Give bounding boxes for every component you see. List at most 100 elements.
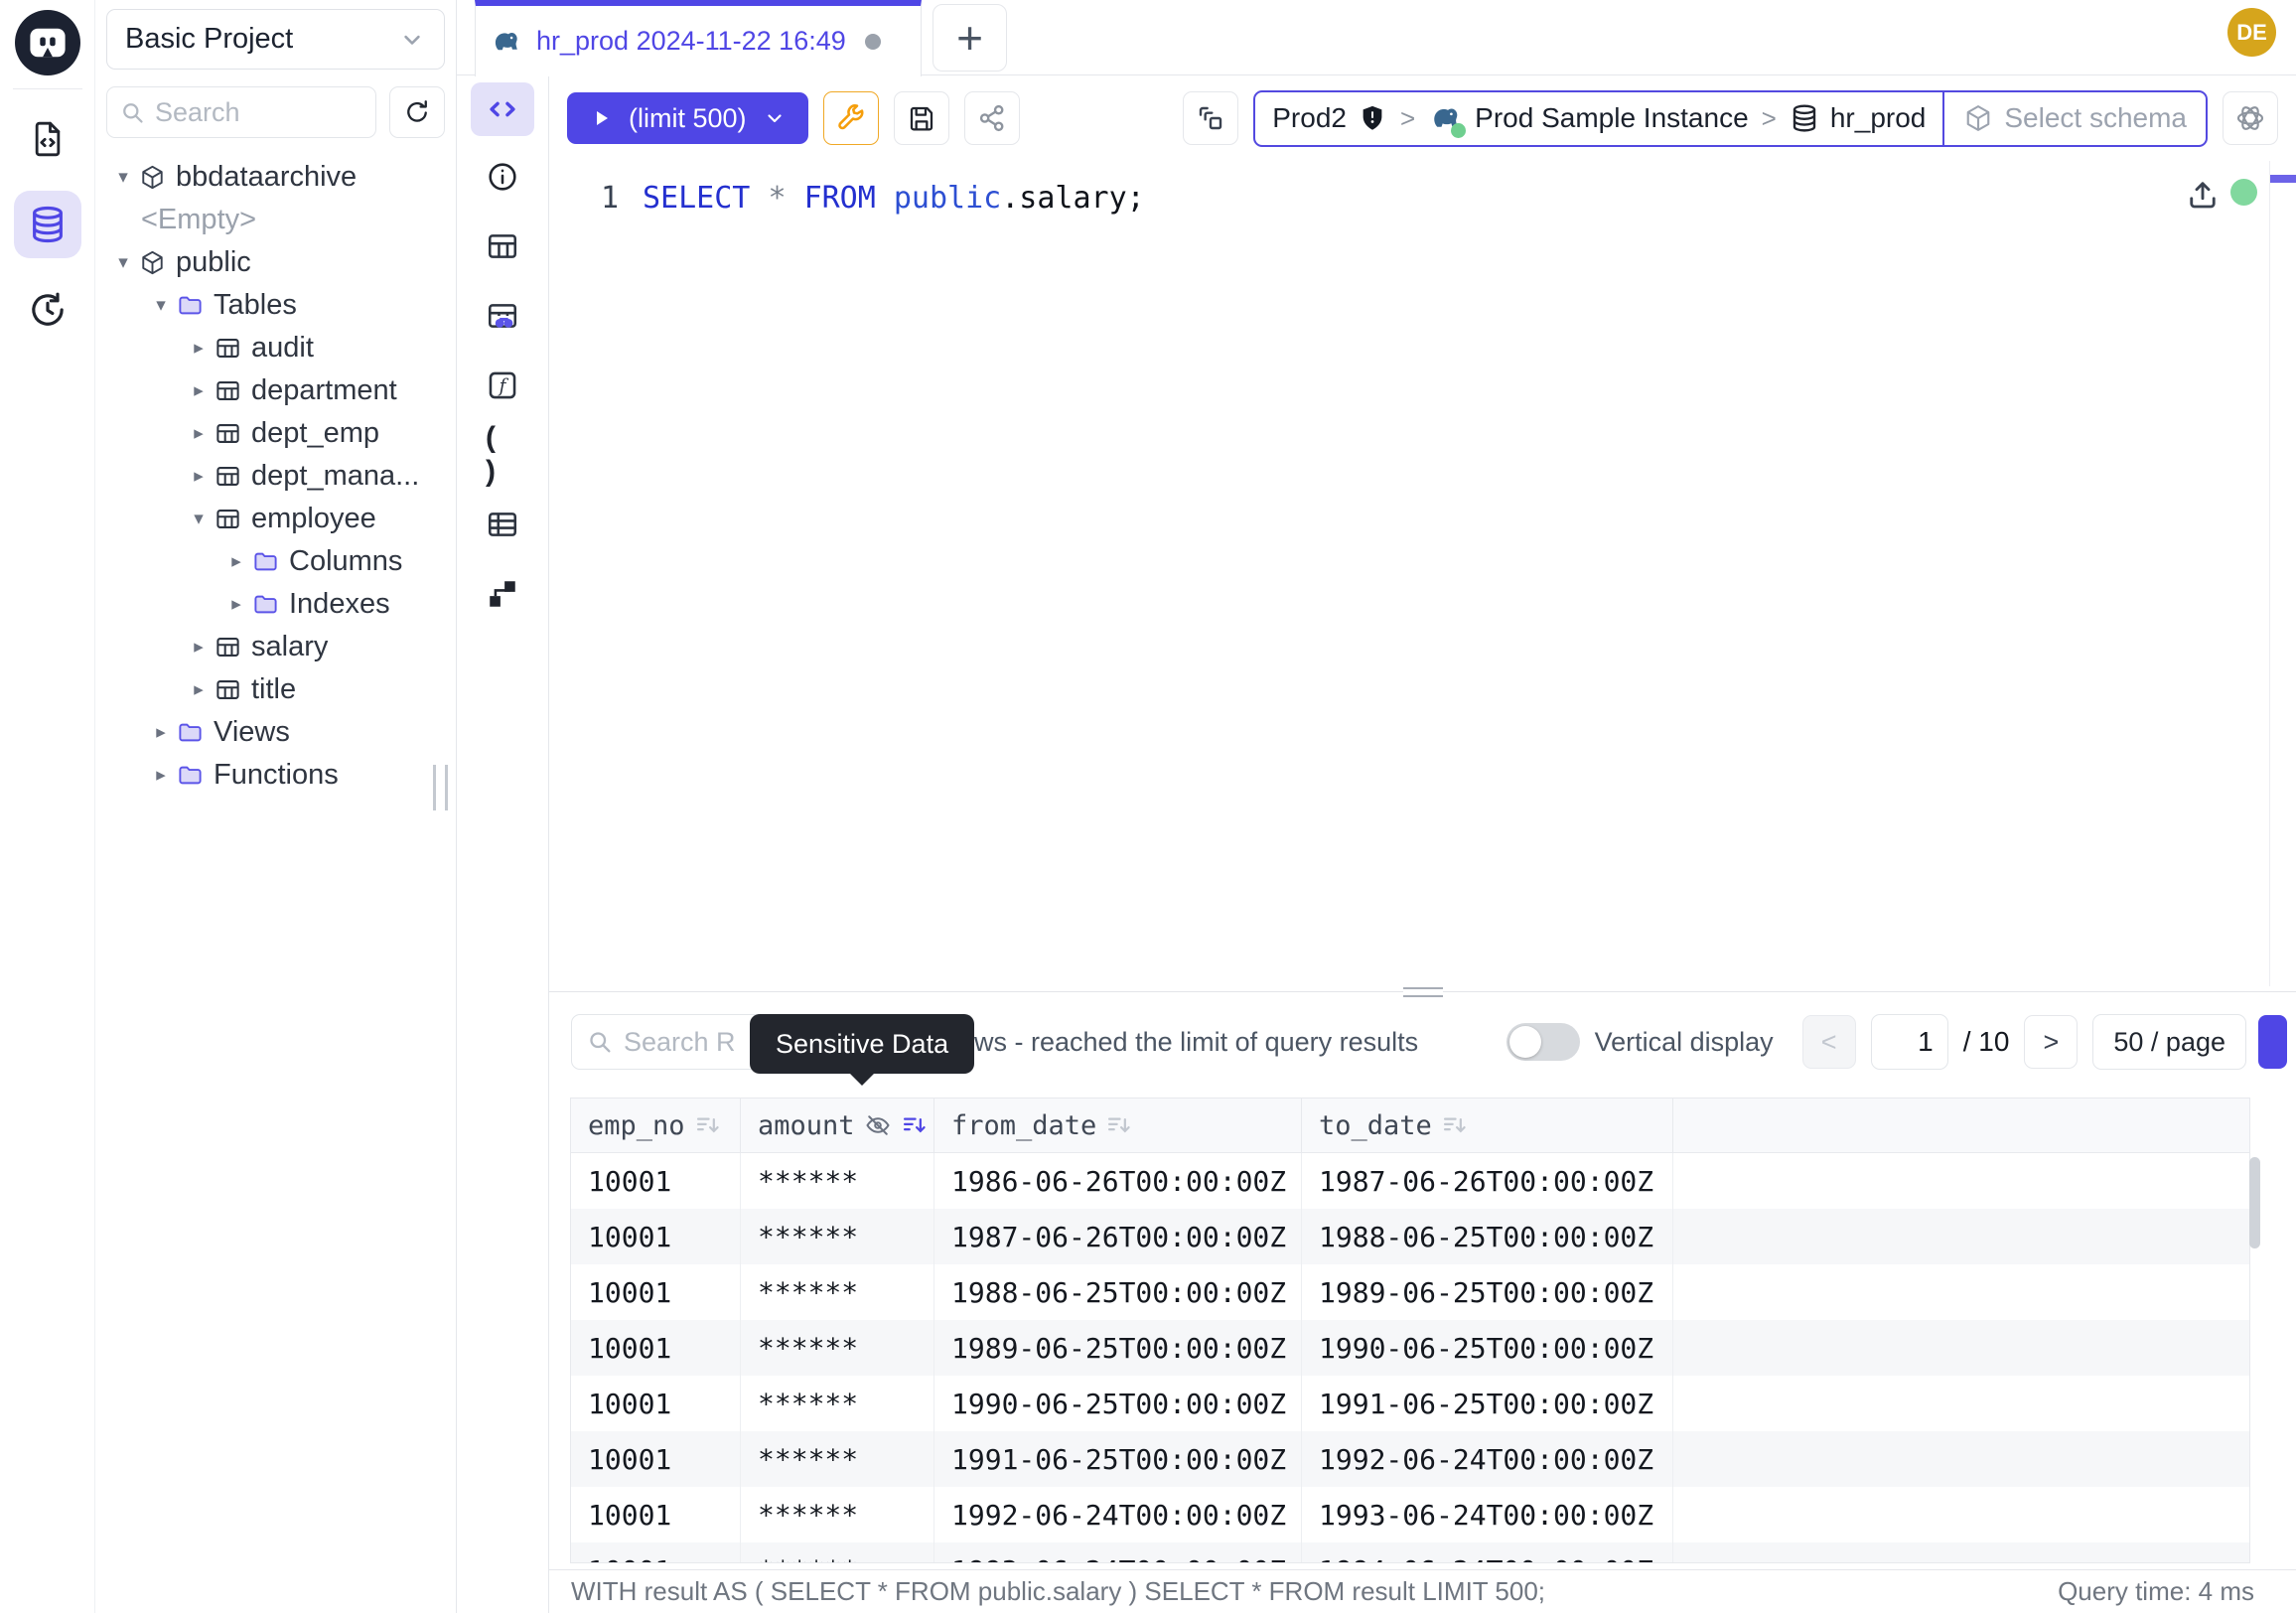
table-row[interactable]: 10001******1988-06-25T00:00:00Z1989-06-2…: [571, 1264, 2249, 1320]
table-cell[interactable]: 1993-06-24T00:00:00Z: [934, 1542, 1302, 1562]
tab-hr-prod[interactable]: hr_prod 2024-11-22 16:49: [475, 0, 922, 76]
avatar[interactable]: DE: [2227, 8, 2276, 57]
tree-item[interactable]: ▸ audit: [95, 327, 456, 369]
rail-database-button[interactable]: [14, 191, 81, 258]
splitter-handle-icon[interactable]: [1403, 987, 1443, 997]
tree-expand-arrow[interactable]: ▸: [185, 379, 213, 402]
table-cell[interactable]: 1991-06-25T00:00:00Z: [1302, 1376, 1673, 1431]
column-header-emp_no[interactable]: emp_no: [571, 1099, 741, 1152]
tree-expand-arrow[interactable]: ▸: [185, 465, 213, 488]
table-cell[interactable]: ******: [741, 1209, 934, 1264]
tree-item[interactable]: ▸ Views: [95, 711, 456, 754]
code-panel-button[interactable]: [471, 82, 534, 136]
connection-path[interactable]: Prod2 > Prod Sample Instance > hr_prod: [1255, 92, 1942, 145]
project-select[interactable]: Basic Project: [106, 9, 445, 70]
info-panel-button[interactable]: [486, 160, 519, 194]
tree-expand-arrow[interactable]: ▸: [147, 721, 175, 744]
sql-editor[interactable]: 1 SELECT * FROM public.salary;: [549, 161, 2296, 986]
table-cell[interactable]: 10001: [571, 1153, 741, 1209]
results-body[interactable]: 10001******1986-06-26T00:00:00Z1987-06-2…: [571, 1153, 2249, 1562]
page-number-input[interactable]: 1: [1871, 1014, 1948, 1070]
table-cell[interactable]: 10001: [571, 1320, 741, 1376]
table-row[interactable]: 10001******1991-06-25T00:00:00Z1992-06-2…: [571, 1431, 2249, 1487]
tree-item[interactable]: ▸ dept_emp: [95, 412, 456, 455]
eye-off-icon[interactable]: [864, 1111, 892, 1139]
table-row[interactable]: 10001******1986-06-26T00:00:00Z1987-06-2…: [571, 1153, 2249, 1209]
tree-item[interactable]: ▸ Functions: [95, 754, 456, 797]
table-cell[interactable]: 10001: [571, 1376, 741, 1431]
next-page-button[interactable]: >: [2024, 1015, 2078, 1069]
table-cell[interactable]: 1989-06-25T00:00:00Z: [934, 1320, 1302, 1376]
sidebar-resize-handle[interactable]: [433, 765, 448, 810]
sidebar-search-input[interactable]: [155, 97, 363, 128]
table-cell[interactable]: 1990-06-25T00:00:00Z: [934, 1376, 1302, 1431]
tree-item[interactable]: ▸ salary: [95, 626, 456, 668]
table-cell[interactable]: 10001: [571, 1264, 741, 1320]
table-cell[interactable]: 1988-06-25T00:00:00Z: [1302, 1209, 1673, 1264]
schema-select[interactable]: Select schema: [1942, 92, 2206, 145]
sql-code-line[interactable]: SELECT * FROM public.salary;: [619, 181, 1145, 986]
table-cell[interactable]: ******: [741, 1376, 934, 1431]
table-cell[interactable]: 1987-06-26T00:00:00Z: [934, 1209, 1302, 1264]
column-header-from_date[interactable]: from_date: [934, 1099, 1302, 1152]
functions-panel-button[interactable]: [486, 368, 519, 402]
table-cell[interactable]: 1989-06-25T00:00:00Z: [1302, 1264, 1673, 1320]
ai-assistant-button[interactable]: [2223, 91, 2278, 145]
table-cell[interactable]: ******: [741, 1320, 934, 1376]
format-sql-button[interactable]: [823, 91, 879, 145]
tree-item[interactable]: ▸ Indexes: [95, 583, 456, 626]
rail-worksheet-button[interactable]: [14, 105, 81, 173]
page-size-select[interactable]: 50 / page: [2092, 1014, 2246, 1070]
tree-expand-arrow[interactable]: ▸: [185, 636, 213, 659]
table-cell[interactable]: 10001: [571, 1487, 741, 1542]
table-row[interactable]: 10001******1992-06-24T00:00:00Z1993-06-2…: [571, 1487, 2249, 1542]
table-row[interactable]: 10001******1993-06-24T00:00:00Z1994-06-2…: [571, 1542, 2249, 1562]
sort-icon[interactable]: [694, 1111, 722, 1139]
table-cell[interactable]: ******: [741, 1264, 934, 1320]
table-cell[interactable]: 10001: [571, 1431, 741, 1487]
tree-expand-arrow[interactable]: ▾: [109, 251, 137, 274]
table-cell[interactable]: ******: [741, 1431, 934, 1487]
run-query-button[interactable]: (limit 500): [567, 92, 808, 144]
vertical-display-toggle[interactable]: [1507, 1023, 1580, 1061]
tree-expand-arrow[interactable]: ▾: [109, 166, 137, 189]
sensitive-tables-panel-button[interactable]: [486, 299, 519, 333]
table-cell[interactable]: 1994-06-24T00:00:00Z: [1302, 1542, 1673, 1562]
bytebase-logo[interactable]: [15, 10, 80, 75]
new-tab-button[interactable]: +: [933, 4, 1007, 72]
tree-expand-arrow[interactable]: ▸: [185, 337, 213, 360]
tree-item[interactable]: ▾ bbdataarchive: [95, 156, 456, 199]
table-cell[interactable]: 1991-06-25T00:00:00Z: [934, 1431, 1302, 1487]
save-sheet-button[interactable]: [894, 91, 949, 145]
sort-icon[interactable]: [1441, 1111, 1469, 1139]
parameters-panel-button[interactable]: ( ): [486, 438, 519, 472]
table-cell[interactable]: ******: [741, 1542, 934, 1562]
table-cell[interactable]: ******: [741, 1487, 934, 1542]
results-scrollbar[interactable]: [2249, 1157, 2260, 1248]
tree-item[interactable]: ▾ Tables: [95, 284, 456, 327]
share-sheet-button[interactable]: [964, 91, 1020, 145]
tree-item[interactable]: ▾ employee: [95, 498, 456, 540]
sidebar-search[interactable]: [106, 86, 376, 138]
table-cell[interactable]: ******: [741, 1153, 934, 1209]
tree-item[interactable]: ▸ dept_mana...: [95, 455, 456, 498]
tree-expand-arrow[interactable]: ▸: [185, 422, 213, 445]
collapsed-side-panel-button[interactable]: [2258, 1015, 2287, 1069]
batch-connection-button[interactable]: [1183, 91, 1238, 145]
tree-expand-arrow[interactable]: ▸: [185, 678, 213, 701]
refresh-schema-button[interactable]: [389, 86, 445, 138]
tree-expand-arrow[interactable]: ▸: [147, 764, 175, 787]
column-header-to_date[interactable]: to_date: [1302, 1099, 1673, 1152]
upload-icon[interactable]: [2185, 177, 2221, 213]
tree-item[interactable]: ▾ public: [95, 241, 456, 284]
tree-expand-arrow[interactable]: ▸: [222, 593, 250, 616]
table-cell[interactable]: 1992-06-24T00:00:00Z: [1302, 1431, 1673, 1487]
tree-expand-arrow[interactable]: ▾: [185, 508, 213, 530]
table-row[interactable]: 10001******1987-06-26T00:00:00Z1988-06-2…: [571, 1209, 2249, 1264]
sort-icon[interactable]: [901, 1111, 929, 1139]
tables-panel-button[interactable]: [486, 229, 519, 263]
table-cell[interactable]: 1986-06-26T00:00:00Z: [934, 1153, 1302, 1209]
table-cell[interactable]: 1988-06-25T00:00:00Z: [934, 1264, 1302, 1320]
tree-item[interactable]: ▸ department: [95, 369, 456, 412]
table-cell[interactable]: 10001: [571, 1542, 741, 1562]
